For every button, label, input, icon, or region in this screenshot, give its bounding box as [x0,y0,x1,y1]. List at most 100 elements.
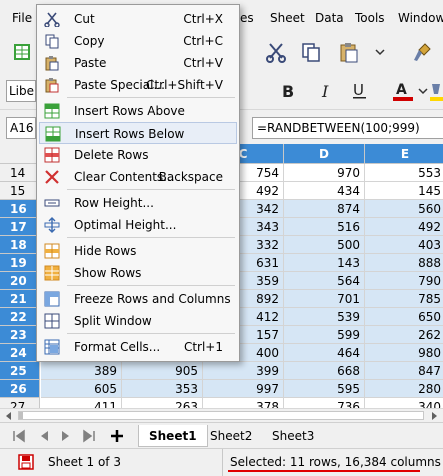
table-cell[interactable]: 411 [41,398,122,408]
menu-item-delete-rows[interactable]: Delete Rows [39,144,237,166]
scrollbar-track[interactable] [18,411,424,420]
table-cell[interactable]: 399 [203,362,284,380]
row-header[interactable]: 26 [0,380,40,398]
font-color-button[interactable]: A [390,78,416,104]
font-name-box[interactable]: Libe [6,80,36,102]
font-color-dropdown[interactable] [418,78,428,104]
table-cell[interactable]: 701 [284,290,365,308]
row-header[interactable]: 16 [0,200,40,218]
horizontal-scrollbar[interactable] [0,408,443,422]
table-cell[interactable]: 143 [284,254,365,272]
formula-input[interactable]: =RANDBETWEEN(100;999) [252,117,443,139]
row-header[interactable]: 15 [0,182,40,200]
table-cell[interactable]: 874 [284,200,365,218]
menu-tools[interactable]: Tools [355,11,385,25]
row-header[interactable]: 21 [0,290,40,308]
table-cell[interactable]: 262 [365,326,443,344]
tab-sheet1[interactable]: Sheet1 [138,425,208,447]
column-header[interactable]: E [365,144,443,164]
row-header[interactable]: 23 [0,326,40,344]
menu-item-paste[interactable]: Paste Ctrl+V [39,52,237,74]
cut-button[interactable] [262,38,290,66]
menu-data[interactable]: Data [315,11,344,25]
menu-item-cut[interactable]: Cut Ctrl+X [39,8,237,30]
row-header[interactable]: 27 [0,398,40,408]
table-cell[interactable]: 847 [365,362,443,380]
table-cell[interactable]: 650 [365,308,443,326]
table-cell[interactable]: 434 [284,182,365,200]
table-cell[interactable]: 980 [365,344,443,362]
paste-button[interactable] [335,38,363,66]
table-cell[interactable]: 564 [284,272,365,290]
table-cell[interactable]: 340 [365,398,443,408]
scrollbar-thumb[interactable] [19,412,23,419]
bold-button[interactable]: B [276,78,300,104]
menu-item-hide-rows[interactable]: Hide Rows [39,240,237,262]
scroll-left-icon[interactable] [2,410,16,422]
menu-styles[interactable]: es [240,11,254,25]
table-cell[interactable]: 595 [284,380,365,398]
table-cell[interactable]: 668 [284,362,365,380]
table-cell[interactable]: 389 [41,362,122,380]
menu-item-optimal-height[interactable]: Optimal Height... [39,214,237,236]
menu-sheet[interactable]: Sheet [270,11,305,25]
first-sheet-icon[interactable] [12,429,26,443]
row-header[interactable]: 25 [0,362,40,380]
table-cell[interactable]: 539 [284,308,365,326]
table-cell[interactable]: 353 [122,380,203,398]
menu-item-insert-rows-above[interactable]: Insert Rows Above [39,100,237,122]
underline-button[interactable]: U [348,78,372,104]
table-cell[interactable]: 464 [284,344,365,362]
menu-item-format-cells[interactable]: Format Cells... Ctrl+1 [39,336,237,358]
row-header[interactable]: 19 [0,254,40,272]
table-cell[interactable]: 500 [284,236,365,254]
row-header[interactable]: 14 [0,164,40,182]
menu-item-paste-special[interactable]: Paste Special... Ctrl+Shift+V [39,74,237,96]
table-cell[interactable]: 605 [41,380,122,398]
tab-sheet2[interactable]: Sheet2 [200,425,262,447]
row-header[interactable]: 20 [0,272,40,290]
row-header[interactable]: 24 [0,344,40,362]
table-cell[interactable]: 263 [122,398,203,408]
menu-item-split-window[interactable]: Split Window [39,310,237,332]
table-cell[interactable]: 785 [365,290,443,308]
copy-button[interactable] [297,38,325,66]
menu-item-row-height[interactable]: Row Height... [39,192,237,214]
table-cell[interactable]: 378 [203,398,284,408]
table-cell[interactable]: 516 [284,218,365,236]
tab-sheet3[interactable]: Sheet3 [262,425,324,447]
table-cell[interactable]: 599 [284,326,365,344]
column-header[interactable]: D [284,144,365,164]
menu-file[interactable]: File [12,11,32,25]
table-cell[interactable]: 492 [365,218,443,236]
menu-window[interactable]: Window [398,11,443,25]
paste-dropdown[interactable] [370,38,390,66]
menu-item-show-rows[interactable]: Show Rows [39,262,237,284]
next-sheet-icon[interactable] [60,429,72,443]
row-header[interactable]: 17 [0,218,40,236]
italic-button[interactable]: I [314,78,338,104]
table-cell[interactable]: 790 [365,272,443,290]
row-header[interactable]: 22 [0,308,40,326]
table-cell[interactable]: 403 [365,236,443,254]
prev-sheet-icon[interactable] [38,429,50,443]
menu-item-clear-contents[interactable]: Clear Contents... Backspace [39,166,237,188]
name-box[interactable]: A16 [6,117,36,139]
highlight-button[interactable] [430,78,443,104]
table-cell[interactable]: 145 [365,182,443,200]
table-cell[interactable]: 905 [122,362,203,380]
table-cell[interactable]: 888 [365,254,443,272]
table-cell[interactable]: 553 [365,164,443,182]
add-sheet-icon[interactable] [110,429,124,443]
table-cell[interactable]: 970 [284,164,365,182]
new-spreadsheet-button[interactable] [10,40,34,64]
table-cell[interactable]: 736 [284,398,365,408]
corner-select-all[interactable] [0,144,41,164]
menu-item-insert-rows-below[interactable]: Insert Rows Below [39,122,237,144]
scroll-right-icon[interactable] [427,410,441,422]
document-modified-icon[interactable] [18,454,34,470]
menu-item-copy[interactable]: Copy Ctrl+C [39,30,237,52]
row-header[interactable]: 18 [0,236,40,254]
clone-formatting-button[interactable] [408,38,436,66]
table-cell[interactable]: 560 [365,200,443,218]
